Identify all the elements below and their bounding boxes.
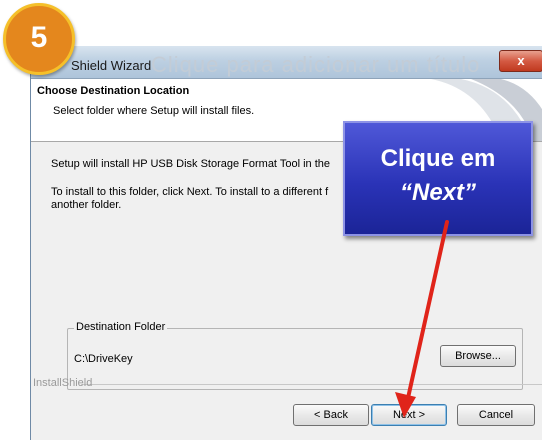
header-title: Choose Destination Location	[37, 85, 190, 97]
back-button[interactable]: < Back	[293, 404, 369, 426]
title-bar[interactable]: Clique para adicionar um título Shield W…	[31, 46, 542, 79]
installshield-wizard-window: Clique para adicionar um título Shield W…	[30, 46, 542, 440]
window-title: Shield Wizard	[71, 58, 152, 73]
background-slide-title: Clique para adicionar um título	[151, 52, 481, 77]
instruction-callout: Clique em “Next”	[343, 121, 533, 236]
next-button[interactable]: Next >	[371, 404, 447, 426]
callout-line-2: “Next”	[399, 179, 477, 206]
instructions-text-continued: another folder.	[51, 199, 122, 211]
setup-info-text: Setup will install HP USB Disk Storage F…	[51, 158, 330, 170]
callout-line-1: Clique em	[380, 145, 496, 172]
installshield-brand: InstallShield	[33, 377, 93, 389]
destination-path: C:\DriveKey	[74, 353, 133, 365]
close-button[interactable]: x	[499, 50, 542, 72]
header-subtitle: Select folder where Setup will install f…	[53, 105, 255, 117]
destination-folder-group: Destination Folder C:\DriveKey Browse...	[67, 321, 523, 390]
footer-divider	[81, 384, 542, 385]
destination-folder-label: Destination Folder	[74, 321, 168, 333]
step-number-badge: 5	[3, 3, 75, 75]
instructions-text: To install to this folder, click Next. T…	[51, 186, 329, 198]
browse-button[interactable]: Browse...	[440, 345, 516, 367]
cancel-button[interactable]: Cancel	[457, 404, 535, 426]
